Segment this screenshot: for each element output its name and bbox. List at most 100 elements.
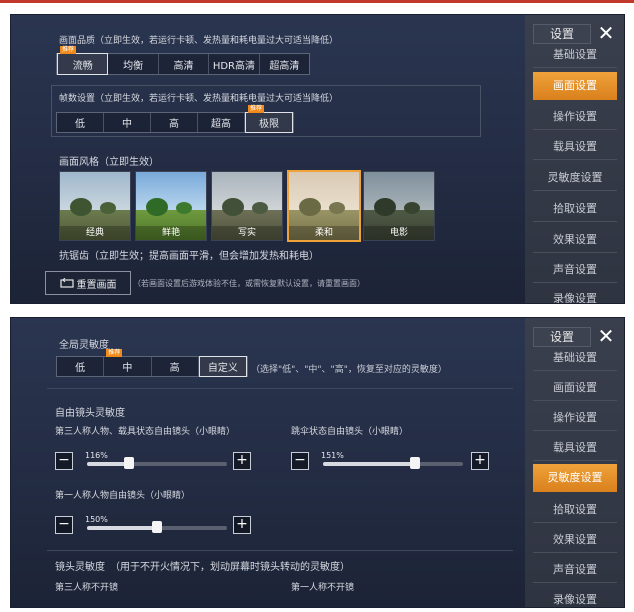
sidebar-item-controls[interactable]: 操作设置 [533, 406, 617, 431]
slider-fill [87, 462, 129, 466]
slider-knob[interactable] [152, 521, 162, 533]
sidebar-item-replay[interactable]: 录像设置 [533, 287, 617, 303]
sidebar-item-vehicle[interactable]: 载具设置 [533, 135, 617, 160]
slider-knob[interactable] [124, 457, 134, 469]
style-caption: 写实 [212, 226, 282, 240]
style-thumb-cinema[interactable]: 电影 [363, 171, 435, 241]
fps-option-extreme[interactable]: 推荐极限 [245, 105, 293, 133]
first-person-freelook-label: 第一人称人物自由镜头（小眼睛） [55, 491, 191, 501]
parachute-freelook-label: 跳伞状态自由镜头（小眼睛） [291, 427, 409, 437]
fps-option-ultra[interactable]: 超高 [198, 113, 245, 132]
style-label: 画面风格（立即生效） [59, 157, 159, 168]
lens-first-person-label: 第一人称不开镜 [291, 583, 355, 593]
sidebar-item-vehicle[interactable]: 载具设置 [533, 436, 617, 461]
third-person-plus-button[interactable]: + [233, 452, 251, 470]
style-thumb-realistic[interactable]: 写实 [211, 171, 283, 241]
quality-segmented: 推荐流畅 均衡 高清 HDR高清 超高清 [56, 46, 310, 75]
reset-note: （若画面设置后游戏体验不佳，或需恢复默认设置，请重置画面） [133, 279, 365, 288]
sidebar-header: 设置 ✕ [525, 21, 624, 45]
quality-label: 画面品质（立即生效，若运行卡顿、发热量和耗电量过大可适当降低） [59, 36, 339, 46]
reset-graphics-button[interactable]: 重置画面 [45, 271, 131, 295]
parachute-plus-button[interactable]: + [471, 452, 489, 470]
global-sensitivity-segmented: 低 推荐中 高 自定义 [56, 349, 248, 377]
parachute-slider[interactable] [323, 457, 463, 469]
close-icon[interactable]: ✕ [595, 325, 617, 347]
quality-option-hd[interactable]: 高清 [159, 54, 210, 74]
sidebar-item-replay[interactable]: 录像设置 [533, 588, 617, 607]
lens-third-person-label: 第三人称不开镜 [55, 583, 119, 593]
global-option-high[interactable]: 高 [152, 357, 199, 376]
quality-option-label: 流畅 [72, 60, 93, 72]
style-caption: 柔和 [289, 226, 359, 240]
sensitivity-settings-panel: 全局灵敏度 低 推荐中 高 自定义 （选择"低"、"中"、"高"，恢复至对应的灵… [10, 317, 625, 608]
settings-sidebar: 设置 ✕ 基础设置 画面设置 操作设置 载具设置 灵敏度设置 拾取设置 效果设置… [525, 318, 624, 607]
reset-icon [59, 278, 74, 288]
sidebar-item-graphics[interactable]: 画面设置 [533, 72, 617, 100]
close-icon[interactable]: ✕ [595, 22, 617, 44]
slider-fill [323, 462, 416, 466]
style-caption: 电影 [364, 226, 434, 240]
first-person-slider[interactable] [87, 521, 227, 533]
global-option-custom[interactable]: 自定义 [198, 356, 247, 377]
third-person-minus-button[interactable]: − [55, 452, 73, 470]
fps-label: 帧数设置（立即生效，若运行卡顿、发热量和耗电量过大可适当降低） [59, 94, 339, 104]
sidebar-item-audio[interactable]: 声音设置 [533, 258, 617, 283]
sidebar-item-effects[interactable]: 效果设置 [533, 228, 617, 253]
graphics-settings-panel: 画面品质（立即生效，若运行卡顿、发热量和耗电量过大可适当降低） 推荐流畅 均衡 … [10, 14, 625, 304]
sensitivity-settings-content: 全局灵敏度 低 推荐中 高 自定义 （选择"低"、"中"、"高"，恢复至对应的灵… [11, 318, 519, 607]
style-caption: 鲜艳 [136, 226, 206, 240]
graphics-settings-content: 画面品质（立即生效，若运行卡顿、发热量和耗电量过大可适当降低） 推荐流畅 均衡 … [11, 15, 519, 303]
global-option-label: 中 [122, 363, 133, 374]
antialias-label: 抗锯齿（立即生效；提高画面平滑，但会增加发热和耗电） [59, 251, 319, 262]
sidebar-item-sensitivity[interactable]: 灵敏度设置 [533, 464, 617, 492]
fps-option-high[interactable]: 高 [151, 113, 198, 132]
first-person-minus-button[interactable]: − [55, 516, 73, 534]
top-rule [0, 0, 634, 3]
third-person-slider[interactable] [87, 457, 227, 469]
recommended-badge: 推荐 [60, 46, 77, 54]
quality-option-smooth[interactable]: 推荐流畅 [57, 46, 109, 75]
fps-option-mid[interactable]: 中 [104, 113, 151, 132]
style-thumb-soft[interactable]: 推荐 柔和 [287, 170, 361, 242]
global-option-mid[interactable]: 推荐中 [104, 349, 152, 376]
sidebar-item-basic[interactable]: 基础设置 [533, 43, 617, 68]
quality-option-balanced[interactable]: 均衡 [108, 54, 159, 74]
sidebar-item-effects[interactable]: 效果设置 [533, 528, 617, 553]
parachute-minus-button[interactable]: − [291, 452, 309, 470]
sidebar-item-controls[interactable]: 操作设置 [533, 105, 617, 130]
sidebar-item-graphics[interactable]: 画面设置 [533, 376, 617, 401]
fps-option-low[interactable]: 低 [57, 113, 104, 132]
style-caption: 经典 [60, 226, 130, 240]
settings-sidebar: 设置 ✕ 基础设置 画面设置 操作设置 载具设置 灵敏度设置 拾取设置 效果设置… [525, 15, 624, 303]
global-sensitivity-label: 全局灵敏度 [59, 340, 109, 351]
global-option-low[interactable]: 低 [57, 357, 105, 376]
slider-knob[interactable] [410, 457, 421, 469]
quality-option-hdr[interactable]: HDR高清 [209, 54, 260, 74]
parachute-value: 151% [321, 451, 344, 460]
sidebar-item-audio[interactable]: 声音设置 [533, 558, 617, 583]
third-person-freelook-label: 第三人称人物、载具状态自由镜头（小眼睛） [55, 427, 236, 437]
sidebar-header: 设置 ✕ [525, 324, 624, 348]
reset-graphics-label: 重置画面 [76, 279, 117, 291]
slider-fill [87, 526, 157, 530]
third-person-value: 116% [85, 451, 108, 460]
freelook-label: 自由镜头灵敏度 [55, 408, 125, 419]
settings-title: 设置 [533, 327, 591, 347]
sidebar-item-sensitivity[interactable]: 灵敏度设置 [533, 166, 617, 191]
style-thumb-vivid[interactable]: 鲜艳 [135, 171, 207, 241]
sidebar-item-pickup[interactable]: 拾取设置 [533, 197, 617, 222]
fps-option-label: 极限 [259, 119, 279, 130]
recommended-badge: 推荐 [248, 105, 265, 113]
first-person-value: 150% [85, 515, 108, 524]
section-divider [47, 550, 513, 551]
settings-title: 设置 [533, 24, 591, 44]
style-thumb-classic[interactable]: 经典 [59, 171, 131, 241]
lens-sensitivity-label: 镜头灵敏度 （用于不开火情况下，划动屏幕时镜头转动的灵敏度） [55, 562, 350, 573]
quality-option-uhd[interactable]: 超高清 [260, 54, 309, 74]
sidebar-item-basic[interactable]: 基础设置 [533, 346, 617, 371]
global-sensitivity-hint: （选择"低"、"中"、"高"，恢复至对应的灵敏度） [251, 365, 447, 375]
fps-segmented: 低 中 高 超高 推荐极限 [56, 105, 294, 133]
sidebar-item-pickup[interactable]: 拾取设置 [533, 498, 617, 523]
first-person-plus-button[interactable]: + [233, 516, 251, 534]
recommended-badge: 推荐 [106, 349, 123, 357]
